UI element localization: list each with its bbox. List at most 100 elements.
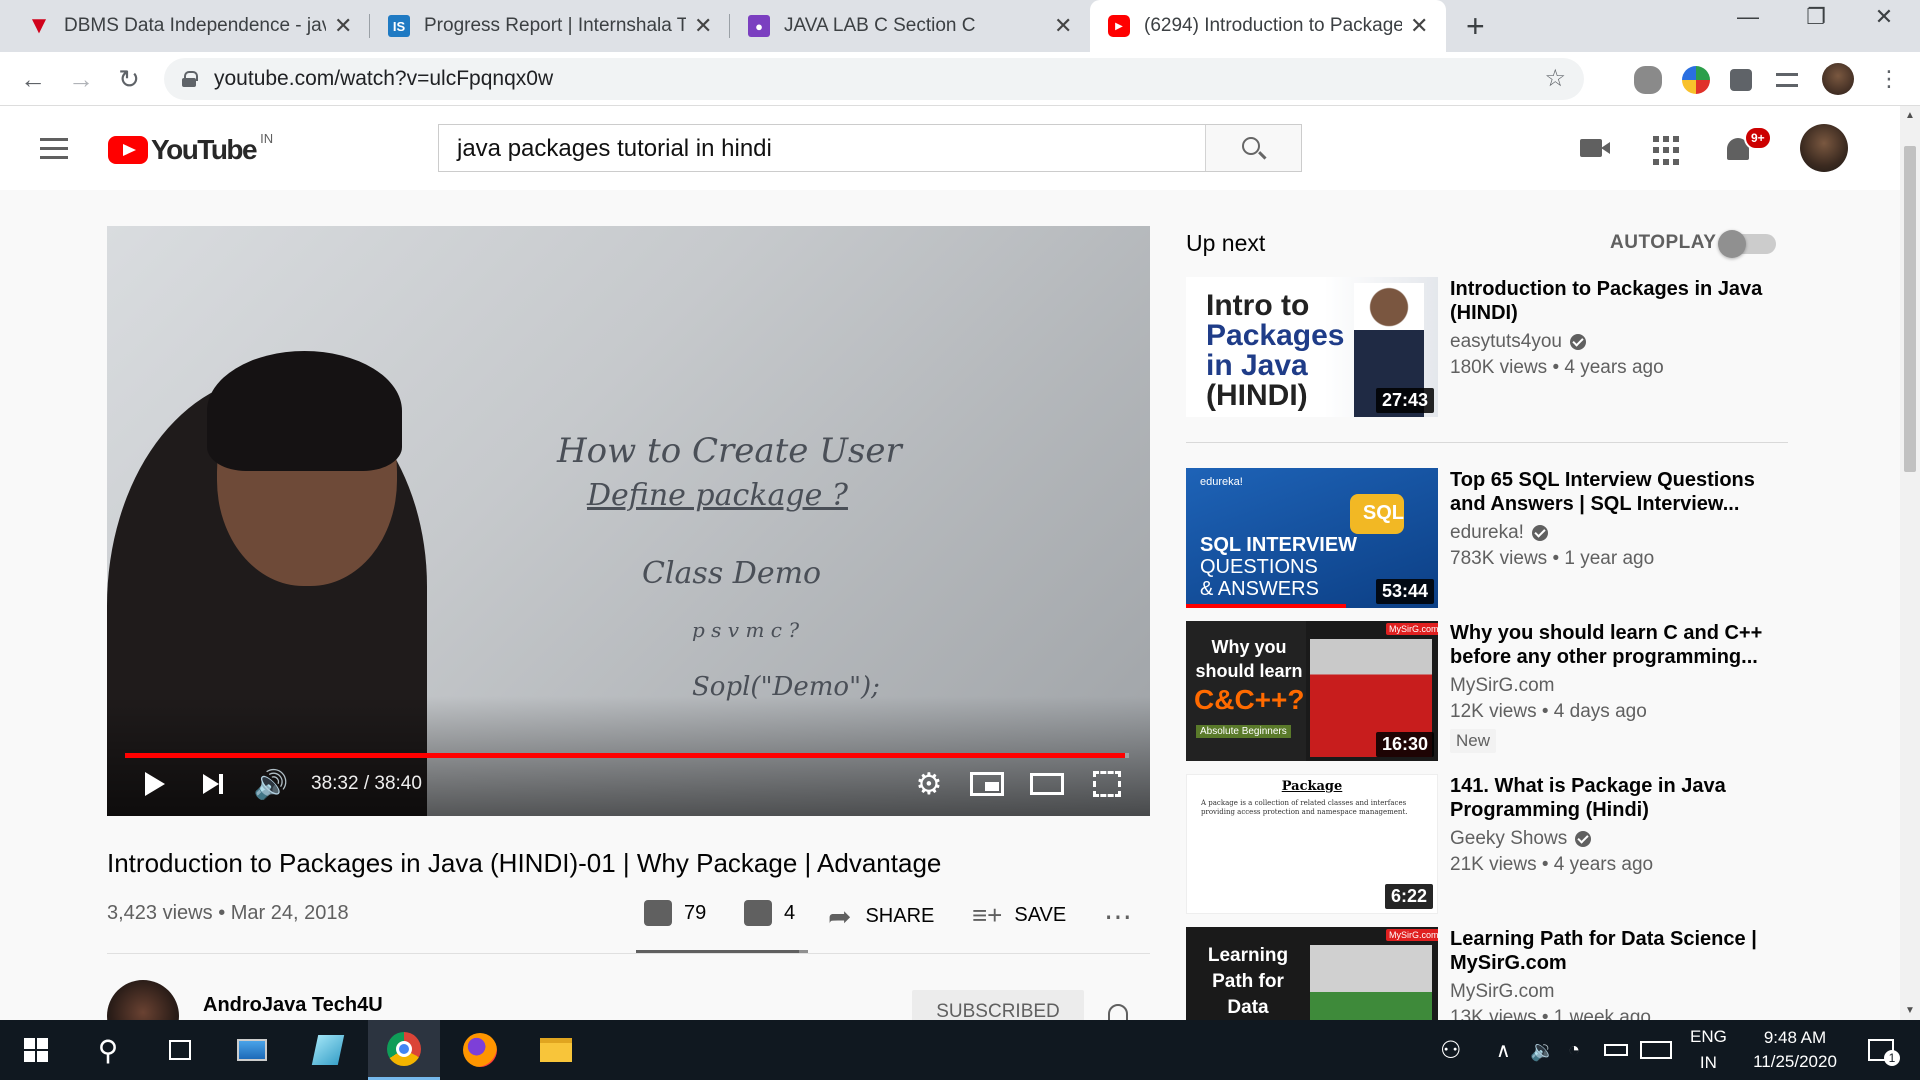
recommendation-title[interactable]: Top 65 SQL Interview Questions and Answe…	[1450, 468, 1780, 516]
this-pc-button[interactable]	[216, 1020, 288, 1080]
theater-button[interactable]	[1025, 762, 1069, 806]
recommendation-channel[interactable]: easytuts4you	[1450, 331, 1562, 353]
video-thumbnail[interactable]: Package A package is a collection of rel…	[1186, 774, 1438, 914]
progress-bar[interactable]	[125, 753, 1129, 758]
restore-button[interactable]: ❐	[1786, 4, 1846, 30]
miniplayer-button[interactable]	[965, 762, 1009, 806]
taskbar-clock[interactable]: 9:48 AM 11/25/2020	[1730, 1026, 1860, 1074]
guide-menu-icon[interactable]	[40, 138, 68, 165]
sentiment-bar	[636, 950, 808, 953]
account-avatar[interactable]	[1800, 124, 1848, 172]
recommendation-channel[interactable]: MySirG.com	[1450, 675, 1555, 697]
close-window-button[interactable]: ✕	[1854, 4, 1914, 30]
recommendation-channel[interactable]: Geeky Shows	[1450, 828, 1567, 850]
search-input[interactable]: java packages tutorial in hindi	[439, 125, 1205, 171]
recommendation-title[interactable]: Introduction to Packages in Java (HINDI)	[1450, 277, 1780, 325]
settings-button[interactable]: ⚙	[907, 762, 951, 806]
youtube-logo[interactable]: YouTube IN	[108, 131, 273, 166]
thumb-text: A package is a collection of related cla…	[1201, 799, 1408, 816]
database-sql-icon: SQL	[1350, 494, 1404, 534]
close-tab-icon[interactable]: ✕	[334, 13, 352, 39]
recommendation-meta: 180K views • 4 years ago	[1450, 357, 1664, 378]
search-button[interactable]	[1205, 125, 1301, 171]
battery-icon[interactable]	[1604, 1020, 1628, 1080]
close-tab-icon[interactable]: ✕	[694, 13, 712, 39]
volume-tray-icon[interactable]: 🔉	[1530, 1020, 1555, 1080]
scroll-down-arrow-icon[interactable]: ▼	[1905, 1005, 1915, 1016]
input-language[interactable]: ENG IN	[1690, 1020, 1727, 1080]
minimize-button[interactable]: —	[1718, 4, 1778, 30]
save-button[interactable]: ≡+ SAVE	[972, 900, 1066, 931]
recommendation-item[interactable]: Learning Path for Data Science MySirG.co…	[1186, 927, 1786, 1020]
new-badge: New	[1450, 729, 1497, 753]
file-explorer-button[interactable]	[520, 1020, 592, 1080]
extension-bug-icon[interactable]	[1634, 66, 1662, 94]
firefox-button[interactable]	[444, 1020, 516, 1080]
more-actions-button[interactable]: ⋯	[1104, 900, 1132, 933]
thumb-text: SQL INTERVIEW	[1200, 534, 1358, 556]
video-thumbnail[interactable]: Intro to Packages in Java (HINDI) 27:43	[1186, 277, 1438, 417]
share-button[interactable]: ➦ SHARE	[828, 900, 934, 933]
javatpoint-favicon-icon: ▼	[27, 12, 51, 39]
profile-avatar-icon[interactable]	[1822, 63, 1854, 95]
scrollbar-thumb[interactable]	[1904, 146, 1916, 472]
keyboard-icon[interactable]	[1640, 1020, 1672, 1080]
extensions-puzzle-icon[interactable]	[1730, 69, 1752, 91]
recommendation-title[interactable]: Learning Path for Data Science | MySirG.…	[1450, 927, 1780, 975]
fullscreen-button[interactable]	[1085, 762, 1129, 806]
page-scrollbar[interactable]: ▲ ▼	[1900, 106, 1920, 1020]
recommendation-item[interactable]: edureka! SQL SQL INTERVIEW QUESTIONS & A…	[1186, 468, 1786, 608]
tab-dbms[interactable]: ▼ DBMS Data Independence - javat ✕	[10, 0, 370, 52]
reload-button[interactable]: ↻	[112, 62, 146, 96]
volume-button[interactable]: 🔊	[249, 762, 293, 806]
address-bar[interactable]: youtube.com/watch?v=ulcFpqnqx0w ☆	[164, 58, 1584, 100]
tab-internshala[interactable]: IS Progress Report | Internshala Trai ✕	[370, 0, 730, 52]
start-button[interactable]	[0, 1020, 72, 1080]
tab-java-lab[interactable]: ● JAVA LAB C Section C ✕	[730, 0, 1090, 52]
close-tab-icon[interactable]: ✕	[1410, 13, 1428, 39]
recommendation-item[interactable]: Why you should learn C&C++? Absolute Beg…	[1186, 621, 1786, 761]
like-button[interactable]: 79	[644, 900, 706, 926]
back-button[interactable]: ←	[16, 62, 50, 96]
notepad-button[interactable]	[292, 1020, 364, 1080]
dislike-button[interactable]: 4	[744, 900, 795, 926]
video-thumbnail[interactable]: edureka! SQL SQL INTERVIEW QUESTIONS & A…	[1186, 468, 1438, 608]
media-control-icon[interactable]	[1776, 73, 1798, 87]
scroll-up-arrow-icon[interactable]: ▲	[1905, 110, 1915, 121]
whiteboard-text: Class Demo	[642, 556, 822, 591]
recommendation-title[interactable]: 141. What is Package in Java Programming…	[1450, 774, 1780, 822]
video-thumbnail[interactable]: Learning Path for Data Science MySirG.co…	[1186, 927, 1438, 1020]
recommendation-channel[interactable]: MySirG.com	[1450, 981, 1555, 1003]
create-video-icon[interactable]	[1580, 139, 1610, 157]
people-icon[interactable]: ⚇	[1440, 1020, 1462, 1080]
channel-name[interactable]: AndroJava Tech4U	[203, 994, 383, 1017]
recommendation-title[interactable]: Why you should learn C and C++ before an…	[1450, 621, 1780, 669]
chrome-taskbar-button[interactable]	[368, 1020, 440, 1080]
close-tab-icon[interactable]: ✕	[1054, 13, 1072, 39]
video-thumbnail[interactable]: Why you should learn C&C++? Absolute Beg…	[1186, 621, 1438, 761]
tab-youtube[interactable]: ▶ (6294) Introduction to Packages i ✕	[1090, 0, 1446, 52]
autoplay-toggle[interactable]	[1718, 230, 1776, 258]
recommendation-meta: 13K views • 1 week ago	[1450, 1007, 1651, 1020]
chrome-menu-icon[interactable]: ⋮	[1872, 62, 1906, 96]
youtube-play-logo-icon	[108, 136, 148, 164]
action-center-button[interactable]: 1	[1868, 1020, 1900, 1080]
play-button[interactable]	[133, 762, 177, 806]
bookmark-star-icon[interactable]: ☆	[1544, 64, 1566, 93]
extension-globe-icon[interactable]	[1682, 66, 1710, 94]
recommendation-channel[interactable]: edureka!	[1450, 522, 1524, 544]
show-hidden-icons[interactable]: ∧	[1496, 1020, 1511, 1080]
apps-grid-icon[interactable]	[1653, 136, 1683, 166]
recommendation-item[interactable]: Package A package is a collection of rel…	[1186, 774, 1786, 914]
video-player[interactable]: How to Create User Define package ? Clas…	[107, 226, 1150, 816]
search-taskbar-button[interactable]: ⚲	[72, 1020, 144, 1080]
task-view-button[interactable]	[144, 1020, 216, 1080]
whiteboard-text: Define package ?	[587, 478, 848, 513]
wifi-icon[interactable]: ◔	[1568, 1020, 1580, 1080]
recommendation-item[interactable]: Intro to Packages in Java (HINDI) 27:43 …	[1186, 277, 1786, 417]
new-tab-button[interactable]: +	[1466, 8, 1485, 45]
view-count: 3,423 views	[107, 902, 213, 924]
next-button[interactable]	[191, 762, 235, 806]
forward-button[interactable]: →	[64, 62, 98, 96]
verified-badge-icon	[1531, 525, 1548, 541]
